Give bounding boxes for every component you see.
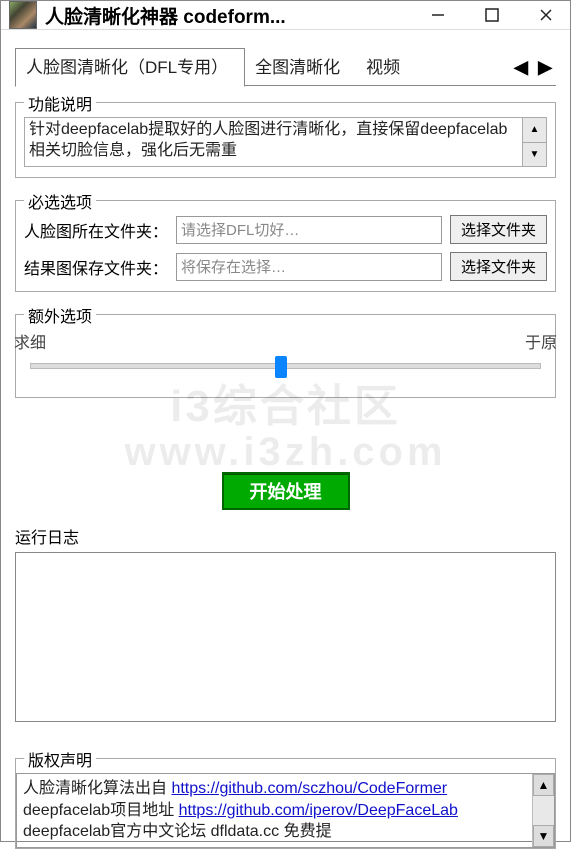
log-section: 运行日志: [15, 524, 556, 722]
close-icon: [539, 8, 553, 22]
group-extra: 额外选项 求细 于原: [15, 314, 556, 398]
desc-scroll-down-icon[interactable]: ▼: [523, 143, 546, 167]
minimize-button[interactable]: [426, 3, 450, 27]
maximize-icon: [485, 8, 499, 22]
choose-output-folder-button[interactable]: 选择文件夹: [450, 252, 547, 281]
tab-dfl-face[interactable]: 人脸图清晰化（DFL专用）: [15, 48, 245, 87]
tab-full-image[interactable]: 全图清晰化: [245, 49, 356, 86]
log-textarea[interactable]: [15, 552, 556, 722]
fidelity-slider[interactable]: [30, 363, 541, 369]
copyright-scrollbar[interactable]: ▲ ▼: [532, 774, 554, 847]
slider-thumb[interactable]: [275, 356, 287, 378]
app-icon: [9, 1, 37, 29]
description-scroll[interactable]: ▲ ▼: [522, 118, 546, 166]
input-folder-field[interactable]: 请选择DFL切好…: [176, 216, 442, 244]
group-description-title: 功能说明: [24, 91, 96, 115]
tab-video[interactable]: 视频: [356, 49, 416, 86]
scroll-up-icon[interactable]: ▲: [533, 774, 554, 796]
desc-scroll-up-icon[interactable]: ▲: [523, 118, 546, 143]
group-required-title: 必选选项: [24, 189, 96, 213]
start-button[interactable]: 开始处理: [222, 472, 350, 510]
deepfacelab-link[interactable]: https://github.com/iperov/DeepFaceLab: [179, 802, 458, 819]
tab-scroll-left[interactable]: ◀: [510, 56, 532, 78]
slider-right-label: 于原: [525, 329, 557, 353]
titlebar: 人脸清晰化神器 codeform...: [1, 1, 570, 30]
scroll-down-icon[interactable]: ▼: [533, 825, 554, 847]
slider-left-label: 求细: [14, 329, 46, 353]
codeformer-link[interactable]: https://github.com/sczhou/CodeFormer: [171, 780, 447, 797]
group-extra-title: 额外选项: [24, 303, 96, 327]
group-description: 功能说明 针对deepfacelab提取好的人脸图进行清晰化，直接保留deepf…: [15, 102, 556, 178]
log-title: 运行日志: [15, 524, 556, 548]
tab-content: 功能说明 针对deepfacelab提取好的人脸图进行清晰化，直接保留deepf…: [1, 86, 570, 849]
minimize-icon: [431, 8, 445, 22]
tab-scroll-right[interactable]: ▶: [534, 56, 556, 78]
choose-input-folder-button[interactable]: 选择文件夹: [450, 215, 547, 244]
description-text: 针对deepfacelab提取好的人脸图进行清晰化，直接保留deepfacela…: [25, 118, 522, 166]
close-button[interactable]: [534, 3, 558, 27]
copyright-line2-text: deepfacelab项目地址: [23, 802, 179, 819]
app-window: 人脸清晰化神器 codeform... 人脸图清晰化（DFL专用） 全图清晰化 …: [0, 0, 571, 842]
group-required: 必选选项 人脸图所在文件夹： 请选择DFL切好… 选择文件夹 结果图保存文件夹：…: [15, 200, 556, 292]
output-folder-label: 结果图保存文件夹：: [24, 255, 168, 279]
copyright-line1-text: 人脸清晰化算法出自: [23, 780, 171, 797]
output-folder-field[interactable]: 将保存在选择…: [176, 253, 442, 281]
maximize-button[interactable]: [480, 3, 504, 27]
group-copyright-title: 版权声明: [24, 747, 96, 771]
copyright-line3-text: deepfacelab官方中文论坛 dfldata.cc 免费提: [23, 823, 332, 840]
input-folder-label: 人脸图所在文件夹：: [24, 218, 168, 242]
window-title: 人脸清晰化神器 codeform...: [45, 2, 426, 29]
tab-bar: 人脸图清晰化（DFL专用） 全图清晰化 视频 ◀ ▶: [1, 48, 570, 86]
group-copyright: 版权声明 人脸清晰化算法出自 https://github.com/sczhou…: [15, 758, 556, 849]
copyright-text: 人脸清晰化算法出自 https://github.com/sczhou/Code…: [17, 774, 532, 847]
